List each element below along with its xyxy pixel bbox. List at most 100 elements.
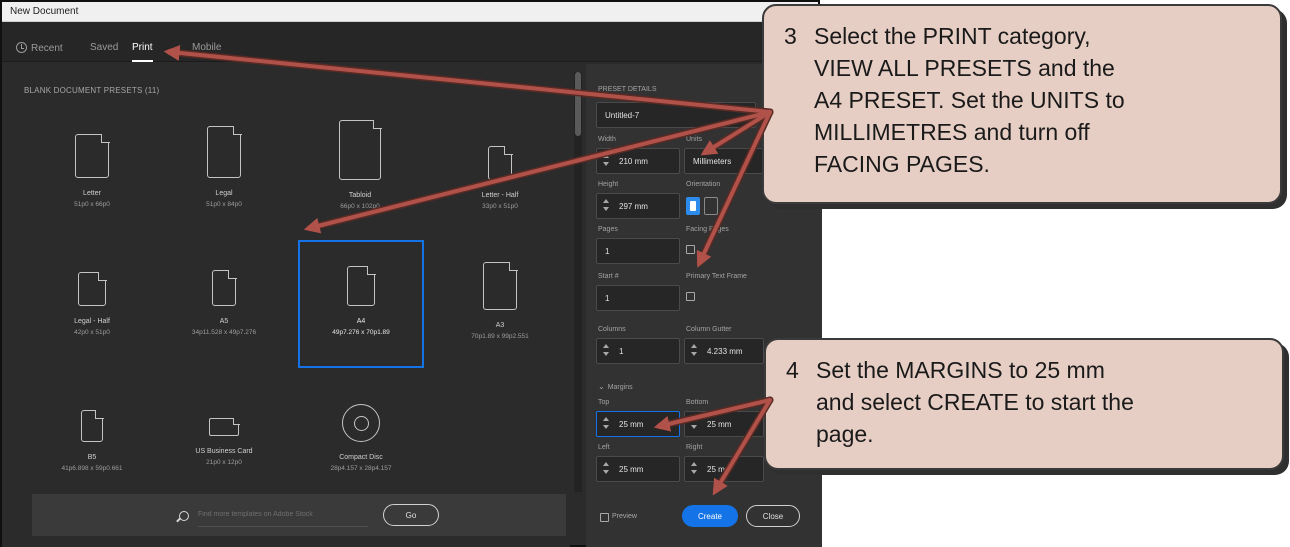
stepper-arrows-icon[interactable]: [689, 462, 699, 476]
callout-line: page.: [816, 421, 874, 447]
primary-text-frame-checkbox[interactable]: [686, 292, 695, 301]
tab-mobile[interactable]: Mobile: [192, 42, 221, 53]
stepper-arrows-icon[interactable]: [601, 199, 611, 213]
stepper-arrows-icon[interactable]: [689, 344, 699, 358]
create-button[interactable]: Create: [682, 505, 738, 527]
close-button[interactable]: Close: [746, 505, 800, 527]
callout-line: MILLIMETRES and turn off: [814, 119, 1090, 145]
left-margin-field[interactable]: 25 mm: [596, 456, 680, 482]
stepper-arrows-icon[interactable]: [601, 417, 611, 431]
column-gutter-value: 4.233 mm: [707, 347, 743, 356]
preset-size: 33p0 x 51p0: [482, 203, 518, 210]
width-field[interactable]: 210 mm: [596, 148, 680, 174]
preset-us-business-card[interactable]: US Business Card 21p0 x 12p0: [162, 417, 286, 466]
height-label: Height: [598, 181, 619, 188]
preset-name: Compact Disc: [339, 454, 383, 461]
pages-label: Pages: [598, 226, 618, 233]
stepper-arrows-icon[interactable]: [601, 344, 611, 358]
preset-compact-disc[interactable]: Compact Disc 28p4.157 x 28p4.157: [299, 404, 423, 472]
units-select[interactable]: Millimeters: [684, 148, 764, 174]
landscape-orientation-icon[interactable]: [704, 197, 718, 215]
orientation-label: Orientation: [686, 181, 721, 188]
start-page-label: Start #: [598, 273, 619, 280]
callout-line: VIEW ALL PRESETS and the: [814, 55, 1115, 81]
top-margin-value: 25 mm: [619, 420, 644, 429]
document-icon: [212, 269, 237, 306]
preset-a4[interactable]: A4 49p7.276 x 70p1.89: [299, 265, 423, 336]
column-gutter-field[interactable]: 4.233 mm: [684, 338, 764, 364]
preset-letter[interactable]: Letter 51p0 x 66p0: [30, 133, 154, 208]
clock-icon: [16, 42, 27, 53]
callout-line: A4 PRESET. Set the UNITS to: [814, 87, 1125, 113]
category-tabs: Recent Saved Print Mobile: [2, 22, 818, 62]
height-field[interactable]: 297 mm: [596, 193, 680, 219]
go-button[interactable]: Go: [383, 504, 439, 526]
tab-mobile-label: Mobile: [192, 42, 222, 53]
preset-name: Letter: [83, 190, 101, 197]
preset-size: 66p0 x 102p0: [340, 203, 380, 210]
preset-tabloid[interactable]: Tabloid 66p0 x 102p0: [298, 119, 422, 210]
margins-toggle[interactable]: Margins: [598, 382, 633, 391]
preset-letter-half[interactable]: Letter - Half 33p0 x 51p0: [438, 140, 562, 210]
start-page-field[interactable]: 1: [596, 285, 680, 311]
preset-name: Tabloid: [348, 192, 372, 199]
instruction-callout-step-4: 4 Set the MARGINS to 25 mm and select CR…: [764, 338, 1284, 470]
pages-field[interactable]: 1: [596, 238, 680, 264]
preset-name: Legal: [215, 190, 233, 197]
preset-size: 70p1.89 x 99p2.551: [471, 333, 529, 340]
facing-pages-checkbox[interactable]: [686, 245, 695, 254]
preset-name: A3: [495, 322, 505, 329]
preset-a5[interactable]: A5 34p11.528 x 49p7.276: [162, 269, 286, 336]
tab-recent[interactable]: Recent: [16, 42, 63, 54]
step-number: 3: [784, 23, 797, 49]
preset-name: US Business Card: [195, 448, 253, 455]
preset-name: A5: [219, 318, 229, 325]
document-icon: [207, 125, 242, 178]
stepper-arrows-icon[interactable]: [689, 417, 699, 431]
document-icon: [488, 145, 513, 180]
callout-line: Select the PRINT category,: [814, 23, 1091, 49]
preset-details-heading: PRESET DETAILS: [598, 86, 657, 93]
top-margin-field[interactable]: 25 mm: [596, 411, 680, 437]
presets-scrollbar[interactable]: [574, 72, 582, 492]
preset-b5[interactable]: B5 41p6.898 x 59p0.661: [30, 409, 154, 472]
document-icon: [339, 119, 382, 180]
bottom-margin-label: Bottom: [686, 399, 709, 406]
disc-icon: [342, 404, 380, 442]
units-value: Millimeters: [693, 157, 732, 166]
tab-print[interactable]: Print: [132, 42, 153, 62]
stepper-arrows-icon[interactable]: [601, 154, 611, 168]
bottom-margin-value: 25 mm: [707, 420, 732, 429]
scrollbar-thumb[interactable]: [575, 72, 581, 136]
columns-label: Columns: [598, 326, 626, 333]
height-value: 297 mm: [619, 202, 648, 211]
portrait-orientation-icon[interactable]: [686, 197, 700, 215]
stepper-arrows-icon[interactable]: [601, 462, 611, 476]
preset-legal-half[interactable]: Legal - Half 42p0 x 51p0: [30, 271, 154, 336]
preset-size: 51p0 x 66p0: [74, 201, 110, 208]
stock-search-input[interactable]: [198, 503, 368, 527]
business-card-icon: [209, 417, 240, 436]
preset-name: Legal - Half: [74, 318, 110, 325]
preview-checkbox[interactable]: [600, 513, 609, 522]
document-icon: [81, 409, 104, 442]
preset-size: 34p11.528 x 49p7.276: [191, 329, 257, 336]
column-gutter-label: Column Gutter: [686, 326, 732, 333]
preset-size: 28p4.157 x 28p4.157: [330, 465, 392, 472]
preset-size: 51p0 x 84p0: [206, 201, 242, 208]
right-margin-field[interactable]: 25 mm: [684, 456, 764, 482]
tab-print-label: Print: [132, 42, 153, 53]
preset-a3[interactable]: A3 70p1.89 x 99p2.551: [438, 261, 562, 340]
columns-field[interactable]: 1: [596, 338, 680, 364]
preset-name: A4: [356, 318, 366, 325]
instruction-callout-step-3: 3 Select the PRINT category, VIEW ALL PR…: [762, 4, 1282, 204]
step-number: 4: [786, 357, 799, 383]
preset-legal[interactable]: Legal 51p0 x 84p0: [162, 125, 286, 208]
document-name-field[interactable]: [596, 102, 756, 128]
preset-size: 21p0 x 12p0: [206, 459, 242, 466]
title-bar: New Document: [2, 2, 818, 22]
top-margin-label: Top: [598, 399, 610, 406]
tab-recent-label: Recent: [31, 43, 63, 54]
tab-saved[interactable]: Saved: [90, 42, 118, 53]
bottom-margin-field[interactable]: 25 mm: [684, 411, 764, 437]
